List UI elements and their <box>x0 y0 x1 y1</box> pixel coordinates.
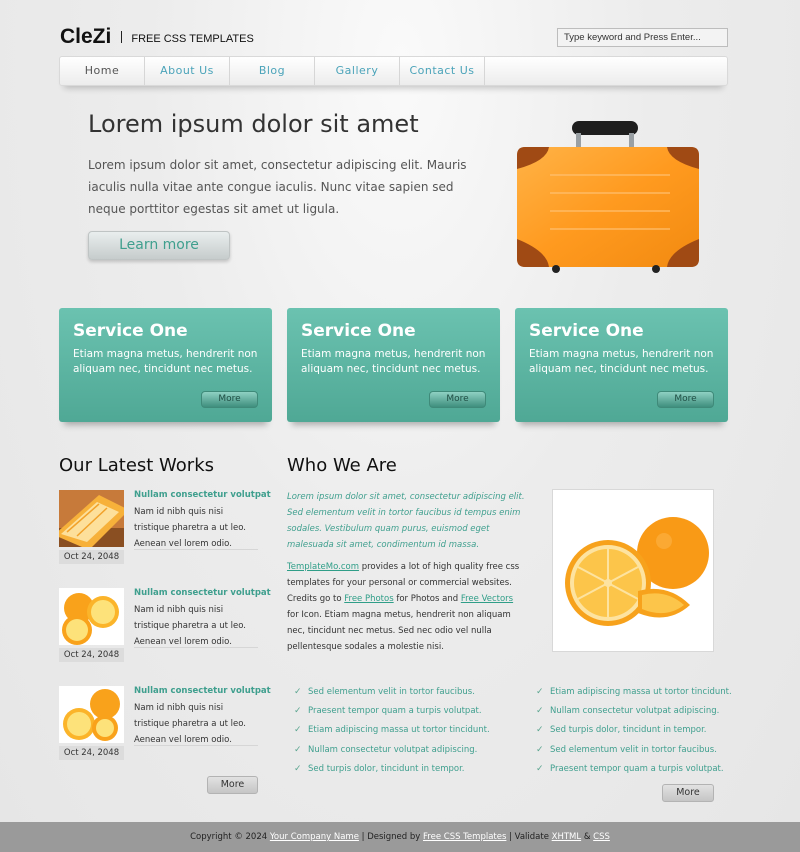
work-title[interactable]: Nullam consectetur volutpat <box>134 686 271 696</box>
nav-item-blog[interactable]: Blog <box>230 57 315 85</box>
service-more-button[interactable]: More <box>429 391 486 408</box>
service-title: Service One <box>529 321 644 341</box>
work-text: Nam id nibh quis nisi tristique pharetra… <box>134 703 246 745</box>
check-icon: ✓ <box>536 725 544 736</box>
who-body-text: TemplateMo.com provides a lot of high qu… <box>287 559 527 655</box>
who-more-button[interactable]: More <box>662 784 714 802</box>
service-box: Service One Etiam magna metus, hendrerit… <box>287 308 500 422</box>
list-item-text: Praesent tempor quam a turpis volutpat. <box>550 763 724 774</box>
list-item-text: Etiam adipiscing massa ut tortor tincidu… <box>550 686 732 697</box>
works-more-button[interactable]: More <box>207 776 258 794</box>
learn-more-button[interactable]: Learn more <box>88 231 230 260</box>
hero-text: Lorem ipsum dolor sit amet, consectetur … <box>88 158 467 216</box>
footer-validate: | Validate <box>506 832 552 842</box>
latest-works-title: Our Latest Works <box>59 455 215 476</box>
service-text: Etiam magna metus, hendrerit non aliquam… <box>529 348 714 375</box>
who-intro-text: Lorem ipsum dolor sit amet, consectetur … <box>287 492 525 550</box>
work-divider <box>134 647 258 648</box>
site-logo[interactable]: CleZi FREE CSS TEMPLATES <box>60 25 254 49</box>
work-text: Nam id nibh quis nisi tristique pharetra… <box>134 507 246 549</box>
service-more-button[interactable]: More <box>657 391 714 408</box>
list-item[interactable]: ✓ Sed turpis dolor, tincidunt in tempor. <box>294 759 490 778</box>
service-title: Service One <box>73 321 188 341</box>
list-item-text: Sed turpis dolor, tincidunt in tempor. <box>308 763 465 774</box>
list-item[interactable]: ✓ Sed elementum velit in tortor faucibus. <box>536 740 732 759</box>
work-date: Oct 24, 2048 <box>59 550 124 564</box>
list-item-text: Sed elementum velit in tortor faucibus. <box>550 744 717 755</box>
footer: Copyright © 2024 Your Company Name | Des… <box>0 822 800 852</box>
nav-item-contact-us[interactable]: Contact Us <box>400 57 485 85</box>
work-date: Oct 24, 2048 <box>59 746 124 760</box>
list-item[interactable]: ✓ Sed elementum velit in tortor faucibus. <box>294 682 490 701</box>
list-item-text: Nullam consectetur volutpat adipiscing. <box>308 744 478 755</box>
css-link[interactable]: CSS <box>593 832 610 842</box>
nav-item-gallery[interactable]: Gallery <box>315 57 400 85</box>
check-icon: ✓ <box>536 686 544 697</box>
main-nav: Home About Us Blog Gallery Contact Us <box>59 56 728 86</box>
service-box: Service One Etiam magna metus, hendrerit… <box>59 308 272 422</box>
hero-title: Lorem ipsum dolor sit amet <box>88 110 419 138</box>
who-body-part-3: for Icon. Etiam magna metus, hendrerit n… <box>287 610 511 652</box>
orange-thumbnail[interactable] <box>59 588 124 645</box>
check-icon: ✓ <box>294 725 302 736</box>
footer-amp: & <box>581 832 594 842</box>
list-item-text: Praesent tempor quam a turpis volutpat. <box>308 705 482 716</box>
work-title[interactable]: Nullam consectetur volutpat <box>134 588 271 598</box>
free-css-templates-link[interactable]: Free CSS Templates <box>423 832 506 842</box>
work-divider <box>134 549 258 550</box>
check-icon: ✓ <box>536 763 544 774</box>
list-item[interactable]: ✓ Etiam adipiscing massa ut tortor tincid… <box>536 682 732 701</box>
bullet-list-left: ✓ Sed elementum velit in tortor faucibus.… <box>294 682 490 778</box>
nav-item-about-us[interactable]: About Us <box>145 57 230 85</box>
oranges-photo-frame <box>552 489 714 652</box>
orange-thumbnail[interactable] <box>59 686 124 743</box>
logo-divider <box>121 31 123 43</box>
service-title: Service One <box>301 321 416 341</box>
list-item-text: Nullam consectetur volutpat adipiscing. <box>550 705 720 716</box>
list-item[interactable]: ✓ Praesent tempor quam a turpis volutpat. <box>294 701 490 720</box>
work-title[interactable]: Nullam consectetur volutpat <box>134 490 271 500</box>
footer-designed-by: | Designed by <box>358 832 424 842</box>
service-text: Etiam magna metus, hendrerit non aliquam… <box>301 348 486 375</box>
list-item-text: Etiam adipiscing massa ut tortor tincidu… <box>308 725 490 736</box>
work-divider <box>134 745 258 746</box>
who-body-part-2: for Photos and <box>393 594 461 604</box>
list-item[interactable]: ✓ Praesent tempor quam a turpis volutpat. <box>536 759 732 778</box>
xhtml-link[interactable]: XHTML <box>552 832 581 842</box>
templatemo-link[interactable]: TemplateMo.com <box>287 562 359 572</box>
list-item[interactable]: ✓ Nullam consectetur volutpat adipiscing. <box>294 740 490 759</box>
free-photos-link[interactable]: Free Photos <box>344 594 393 604</box>
list-item-text: Sed elementum velit in tortor faucibus. <box>308 686 475 697</box>
check-icon: ✓ <box>294 763 302 774</box>
list-item[interactable]: ✓ Sed turpis dolor, tincidunt in tempor. <box>536 721 732 740</box>
check-icon: ✓ <box>294 705 302 716</box>
service-more-button[interactable]: More <box>201 391 258 408</box>
list-item[interactable]: ✓ Nullam consectetur volutpat adipiscing. <box>536 701 732 720</box>
search-input[interactable] <box>557 28 728 47</box>
work-date: Oct 24, 2048 <box>59 648 124 662</box>
bullet-list-right: ✓ Etiam adipiscing massa ut tortor tincid… <box>536 682 732 778</box>
work-text: Nam id nibh quis nisi tristique pharetra… <box>134 605 246 647</box>
check-icon: ✓ <box>536 705 544 716</box>
service-box: Service One Etiam magna metus, hendrerit… <box>515 308 728 422</box>
free-vectors-link[interactable]: Free Vectors <box>461 594 513 604</box>
check-icon: ✓ <box>294 686 302 697</box>
oranges-photo <box>556 493 710 648</box>
company-link[interactable]: Your Company Name <box>270 832 359 842</box>
suitcase-image <box>517 121 699 273</box>
list-item[interactable]: ✓ Etiam adipiscing massa ut tortor tincid… <box>294 721 490 740</box>
logo-tagline: FREE CSS TEMPLATES <box>131 33 254 45</box>
logo-name: CleZi <box>60 25 112 48</box>
check-icon: ✓ <box>536 744 544 755</box>
service-text: Etiam magna metus, hendrerit non aliquam… <box>73 348 258 375</box>
who-we-are-title: Who We Are <box>287 455 397 476</box>
list-item-text: Sed turpis dolor, tincidunt in tempor. <box>550 725 707 736</box>
footer-copyright: Copyright © 2024 <box>190 832 270 842</box>
orange-thumbnail[interactable] <box>59 490 124 547</box>
check-icon: ✓ <box>294 744 302 755</box>
nav-item-home[interactable]: Home <box>60 57 145 85</box>
